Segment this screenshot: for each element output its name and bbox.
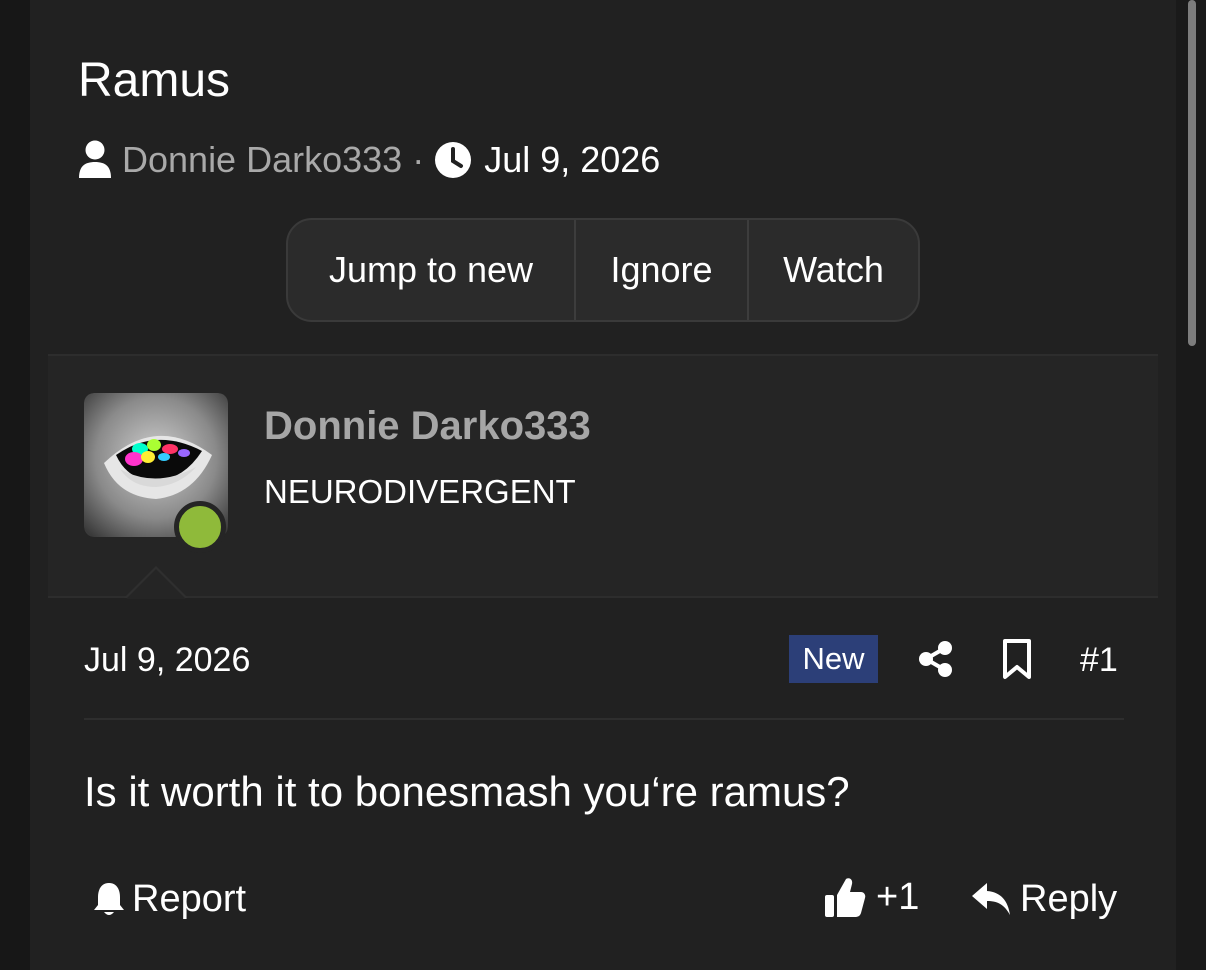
share-icon[interactable] [918, 640, 954, 678]
jump-to-new-button[interactable]: Jump to new [288, 220, 576, 320]
user-title: NEURODIVERGENT [264, 473, 576, 510]
online-status-indicator [174, 501, 226, 553]
post-username-link[interactable]: Donnie Darko333 [264, 402, 591, 450]
thread-title: Ramus [78, 54, 231, 107]
post-date-link[interactable]: Jul 9, 2026 [84, 640, 250, 680]
reply-arrow-icon [972, 883, 1010, 915]
thread-meta: Donnie Darko333 · Jul 9, 2026 [78, 139, 660, 181]
thumbs-up-icon [825, 878, 866, 917]
new-badge: New [789, 635, 878, 683]
user-block-caret-inner [126, 569, 186, 599]
watch-button[interactable]: Watch [749, 220, 918, 320]
scrollbar-thumb[interactable] [1188, 0, 1196, 346]
like-button[interactable]: +1 [824, 872, 919, 922]
reply-label: Reply [1020, 877, 1118, 920]
bell-icon [94, 883, 124, 915]
ignore-button[interactable]: Ignore [576, 220, 749, 320]
thread-actions-group: Jump to new Ignore Watch [286, 218, 920, 322]
post-divider [84, 718, 1124, 720]
meta-separator: · [412, 139, 425, 180]
report-label: Report [132, 877, 247, 920]
thread-date-link[interactable]: Jul 9, 2026 [484, 139, 660, 181]
user-icon [79, 140, 111, 178]
reply-button[interactable]: Reply [970, 874, 1117, 924]
report-button[interactable]: Report [92, 874, 246, 924]
clock-icon [435, 142, 472, 178]
post-body: Is it worth it to bonesmash you‘re ramus… [84, 768, 850, 815]
post-number-link[interactable]: #1 [1080, 640, 1118, 680]
bookmark-icon[interactable] [1000, 638, 1034, 680]
thread-author-link[interactable]: Donnie Darko333 [122, 139, 402, 181]
like-count: +1 [876, 875, 920, 918]
